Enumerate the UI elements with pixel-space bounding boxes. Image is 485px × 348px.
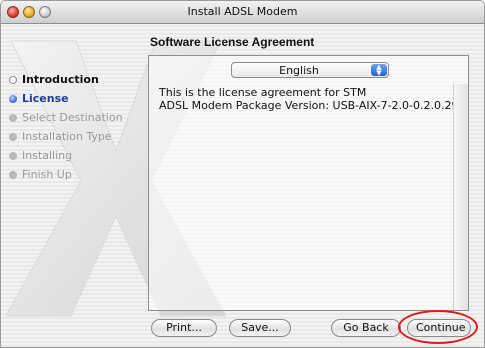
step-bullet-icon <box>9 95 17 103</box>
go-back-button[interactable]: Go Back <box>331 319 401 337</box>
license-line: ADSL Modem Package Version: USB-AIX-7-2.… <box>159 99 459 112</box>
license-panel: English ▲ ▼ This is the license agreement… <box>148 55 469 311</box>
step-label: Introduction <box>22 73 99 86</box>
page-title: Software License Agreement <box>150 35 315 49</box>
step-label: License <box>22 92 69 105</box>
window-title: Install ADSL Modem <box>187 5 298 18</box>
step-bullet-icon <box>9 152 17 160</box>
step-label: Installation Type <box>22 130 112 143</box>
up-down-arrows-icon: ▲ ▼ <box>371 64 387 77</box>
installer-window: Install ADSL Modem Software License Agre… <box>0 0 485 348</box>
save-button[interactable]: Save... <box>229 319 291 337</box>
language-popup[interactable]: English ▲ ▼ <box>231 62 389 78</box>
step-bullet-icon <box>9 76 17 84</box>
title-bar[interactable]: Install ADSL Modem <box>1 1 484 24</box>
license-scrollbar[interactable] <box>453 84 468 310</box>
language-value: English <box>279 64 319 77</box>
step-label: Installing <box>22 149 73 162</box>
license-text[interactable]: This is the license agreement for STM AD… <box>159 86 459 112</box>
step-label: Select Destination <box>22 111 123 124</box>
step-label: Finish Up <box>22 168 72 181</box>
step-bullet-icon <box>9 171 17 179</box>
print-button[interactable]: Print... <box>151 319 217 337</box>
step-bullet-icon <box>9 133 17 141</box>
continue-button[interactable]: Continue <box>407 319 471 337</box>
step-bullet-icon <box>9 114 17 122</box>
license-line: This is the license agreement for STM <box>159 86 367 99</box>
